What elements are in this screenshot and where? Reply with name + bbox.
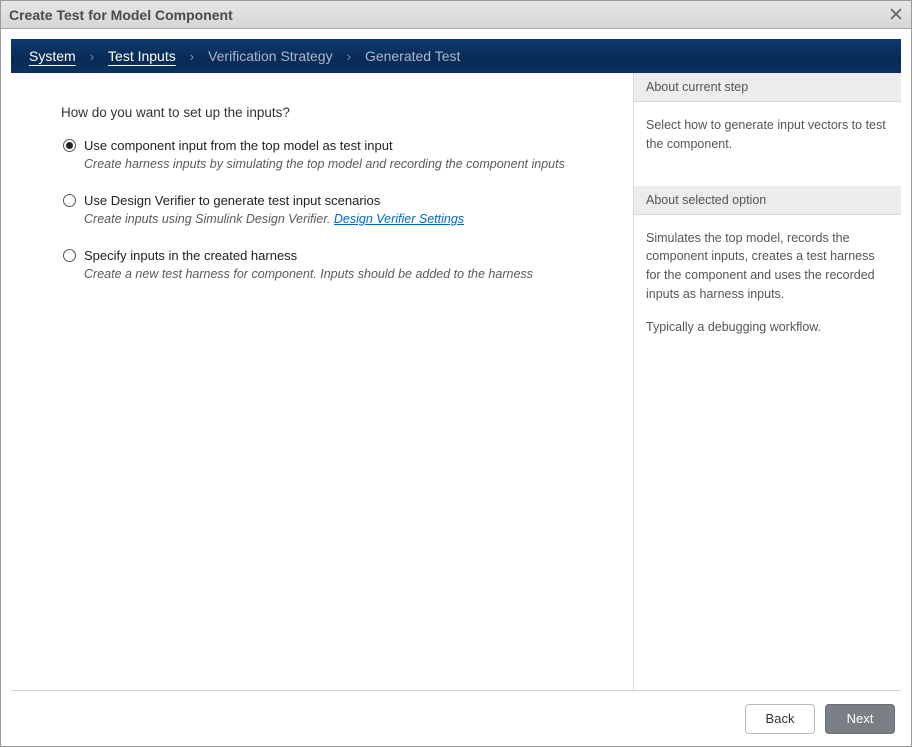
chevron-right-icon: › — [90, 49, 94, 64]
about-step-text: Select how to generate input vectors to … — [646, 116, 889, 154]
about-option-content: Simulates the top model, records the com… — [634, 215, 901, 369]
about-option-header: About selected option — [634, 186, 901, 215]
option-row[interactable]: Use Design Verifier to generate test inp… — [63, 193, 605, 208]
about-option-text-1: Simulates the top model, records the com… — [646, 229, 889, 304]
about-step-content: Select how to generate input vectors to … — [634, 102, 901, 186]
wizard-stepper: System › Test Inputs › Verification Stra… — [11, 39, 901, 73]
dialog-body: How do you want to set up the inputs? Us… — [11, 73, 901, 690]
design-verifier-settings-link[interactable]: Design Verifier Settings — [334, 212, 464, 226]
option-specify-inputs: Specify inputs in the created harness Cr… — [61, 248, 605, 281]
dialog-footer: Back Next — [11, 690, 901, 746]
chevron-right-icon: › — [347, 49, 351, 64]
about-step-header: About current step — [634, 73, 901, 102]
chevron-right-icon: › — [190, 49, 194, 64]
option-row[interactable]: Specify inputs in the created harness — [63, 248, 605, 263]
option-description: Create a new test harness for component.… — [84, 267, 605, 281]
window-title: Create Test for Model Component — [9, 7, 233, 23]
side-panel: About current step Select how to generat… — [633, 73, 901, 690]
main-panel: How do you want to set up the inputs? Us… — [11, 73, 633, 690]
radio-use-top-model[interactable] — [63, 139, 76, 152]
question-text: How do you want to set up the inputs? — [61, 105, 605, 120]
next-button[interactable]: Next — [825, 704, 895, 734]
option-label: Specify inputs in the created harness — [84, 248, 297, 263]
titlebar: Create Test for Model Component — [1, 1, 911, 29]
step-generated-test: Generated Test — [365, 48, 460, 64]
option-use-top-model: Use component input from the top model a… — [61, 138, 605, 171]
option-label: Use component input from the top model a… — [84, 138, 393, 153]
dialog-window: Create Test for Model Component System ›… — [0, 0, 912, 747]
option-desc-text: Create inputs using Simulink Design Veri… — [84, 212, 334, 226]
option-label: Use Design Verifier to generate test inp… — [84, 193, 380, 208]
option-description: Create inputs using Simulink Design Veri… — [84, 212, 605, 226]
step-verification-strategy: Verification Strategy — [208, 48, 333, 64]
radio-specify-inputs[interactable] — [63, 249, 76, 262]
option-row[interactable]: Use component input from the top model a… — [63, 138, 605, 153]
back-button[interactable]: Back — [745, 704, 815, 734]
close-icon[interactable] — [887, 5, 905, 23]
radio-use-design-verifier[interactable] — [63, 194, 76, 207]
option-use-design-verifier: Use Design Verifier to generate test inp… — [61, 193, 605, 226]
step-system[interactable]: System — [29, 48, 76, 64]
step-test-inputs[interactable]: Test Inputs — [108, 48, 176, 64]
option-description: Create harness inputs by simulating the … — [84, 157, 605, 171]
about-option-text-2: Typically a debugging workflow. — [646, 318, 889, 337]
